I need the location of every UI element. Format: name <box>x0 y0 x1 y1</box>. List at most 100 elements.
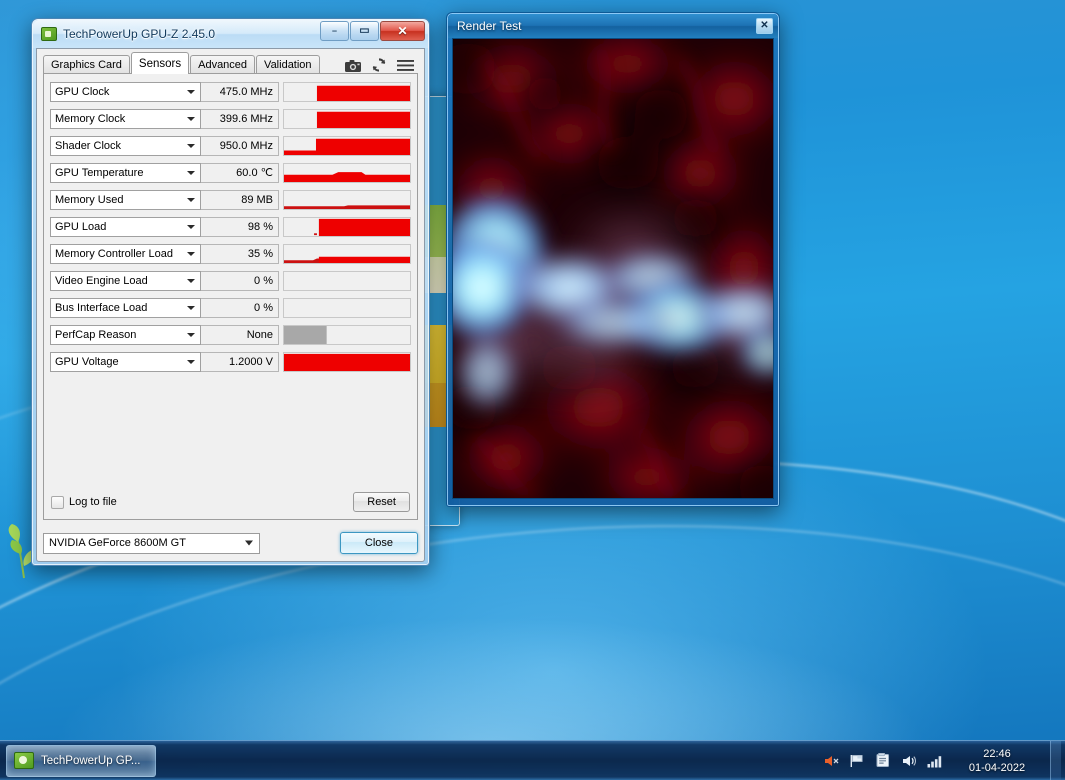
flag-action-center-icon[interactable] <box>849 754 865 768</box>
hamburger-menu-icon[interactable] <box>397 59 414 72</box>
sensor-graph-gpu-clock <box>283 81 411 102</box>
sensor-graph-perfcap-reason <box>283 324 411 345</box>
gpuz-body: Graphics Card Sensors Advanced Validatio… <box>36 48 425 562</box>
sensor-label: GPU Voltage <box>55 355 119 368</box>
volume-icon[interactable] <box>901 754 917 768</box>
sensor-value-video-engine-load: 0 % <box>201 270 279 291</box>
sensor-label: Memory Controller Load <box>55 247 173 260</box>
chevron-down-icon <box>187 116 195 121</box>
camera-icon[interactable] <box>345 59 361 72</box>
sensor-label: PerfCap Reason <box>55 328 137 341</box>
sensor-row: PerfCap Reason None <box>50 324 411 345</box>
reset-button[interactable]: Reset <box>353 492 410 512</box>
chevron-down-icon <box>187 89 195 94</box>
maximize-icon: ▭ <box>359 24 370 37</box>
gpu-card-icon <box>14 752 34 769</box>
sensor-select-video-engine-load[interactable]: Video Engine Load <box>50 270 201 291</box>
sensor-graph-bus-interface-load <box>283 297 411 318</box>
sensor-row: Video Engine Load 0 % <box>50 270 411 291</box>
sensor-select-gpu-temperature[interactable]: GPU Temperature <box>50 162 201 183</box>
sensor-select-bus-interface-load[interactable]: Bus Interface Load <box>50 297 201 318</box>
sensor-value-memory-controller-load: 35 % <box>201 243 279 264</box>
sensor-graph-shader-clock <box>283 135 411 156</box>
close-icon: ✕ <box>397 24 408 38</box>
sensor-value-memory-used: 89 MB <box>201 189 279 210</box>
gpu-card-icon <box>41 27 57 41</box>
sensor-select-gpu-voltage[interactable]: GPU Voltage <box>50 351 201 372</box>
chevron-down-icon <box>187 278 195 283</box>
render-test-titlebar[interactable]: Render Test ✕ <box>448 14 778 38</box>
sensor-value-gpu-temperature: 60.0 ℃ <box>201 162 279 183</box>
sensor-label: Bus Interface Load <box>55 301 148 314</box>
sensor-graph-gpu-load <box>283 216 411 237</box>
sensor-select-shader-clock[interactable]: Shader Clock <box>50 135 201 156</box>
gpu-selector-dropdown[interactable]: NVIDIA GeForce 8600M GT <box>43 532 260 554</box>
taskbar-item-label: TechPowerUp GP... <box>41 754 141 767</box>
network-signal-icon[interactable] <box>927 754 944 768</box>
sensor-select-memory-used[interactable]: Memory Used <box>50 189 201 210</box>
close-window-button[interactable]: ✕ <box>380 21 425 41</box>
sensor-select-memory-clock[interactable]: Memory Clock <box>50 108 201 129</box>
render-test-window[interactable]: Render Test ✕ <box>446 12 780 507</box>
sensor-label: Memory Used <box>55 193 124 206</box>
sensor-graph-gpu-temperature <box>283 162 411 183</box>
sensor-graph-memory-used <box>283 189 411 210</box>
sensor-select-gpu-clock[interactable]: GPU Clock <box>50 81 201 102</box>
windows-explorer-icon[interactable] <box>875 752 891 768</box>
sensor-value-bus-interface-load: 0 % <box>201 297 279 318</box>
render-test-plasma-image <box>453 39 773 498</box>
sensor-value-perfcap-reason: None <box>201 324 279 345</box>
refresh-icon[interactable] <box>372 58 386 72</box>
sensor-select-perfcap-reason[interactable]: PerfCap Reason <box>50 324 201 345</box>
sensor-row: GPU Voltage 1.2000 V <box>50 351 411 372</box>
gpuz-bottom-bar: NVIDIA GeForce 8600M GT Close <box>43 532 418 554</box>
chevron-down-icon <box>187 224 195 229</box>
gpuz-window[interactable]: TechPowerUp GPU-Z 2.45.0 – ▭ ✕ Graphics … <box>31 18 430 566</box>
chevron-down-icon <box>187 359 195 364</box>
sensor-select-memory-controller-load[interactable]: Memory Controller Load <box>50 243 201 264</box>
gpuz-title: TechPowerUp GPU-Z 2.45.0 <box>63 27 216 41</box>
taskbar-item-gpuz[interactable]: TechPowerUp GP... <box>6 744 156 777</box>
tab-validation[interactable]: Validation <box>256 55 320 74</box>
sensor-label: Memory Clock <box>55 112 126 125</box>
close-button[interactable]: Close <box>339 532 418 554</box>
sensor-label: Video Engine Load <box>55 274 148 287</box>
sensor-label: Shader Clock <box>55 139 122 152</box>
show-desktop-button[interactable] <box>1050 741 1061 780</box>
sensor-value-gpu-voltage: 1.2000 V <box>201 351 279 372</box>
system-tray: 22:46 01-04-2022 <box>823 741 1065 780</box>
chevron-down-icon <box>187 305 195 310</box>
gpuz-toolbar <box>345 58 424 74</box>
window-controls: – ▭ ✕ <box>320 21 425 41</box>
taskbar: TechPowerUp GP... 22:46 01-04-2022 <box>0 740 1065 780</box>
render-test-close-button[interactable]: ✕ <box>756 18 773 34</box>
log-to-file-label: Log to file <box>69 496 117 508</box>
sensor-graph-gpu-voltage <box>283 351 411 372</box>
sensor-row: Memory Clock 399.6 MHz <box>50 108 411 129</box>
render-test-canvas-container <box>452 38 774 499</box>
sensor-value-gpu-clock: 475.0 MHz <box>201 81 279 102</box>
gpu-selector-value: NVIDIA GeForce 8600M GT <box>49 537 186 549</box>
sensor-value-memory-clock: 399.6 MHz <box>201 108 279 129</box>
sensors-panel: GPU Clock 475.0 MHz Memory Clock 399.6 M… <box>43 73 418 520</box>
sensor-row: GPU Load 98 % <box>50 216 411 237</box>
minimize-button[interactable]: – <box>320 21 349 41</box>
gpuz-titlebar[interactable]: TechPowerUp GPU-Z 2.45.0 – ▭ ✕ <box>33 20 428 48</box>
sensor-row: GPU Clock 475.0 MHz <box>50 81 411 102</box>
speaker-mute-icon[interactable] <box>823 754 839 768</box>
tab-advanced[interactable]: Advanced <box>190 55 256 74</box>
tab-graphics-card[interactable]: Graphics Card <box>43 55 130 74</box>
chevron-down-icon <box>187 170 195 175</box>
maximize-button[interactable]: ▭ <box>350 21 379 41</box>
tab-sensors[interactable]: Sensors <box>130 52 190 74</box>
chevron-down-icon <box>187 251 195 256</box>
taskbar-clock[interactable]: 22:46 01-04-2022 <box>954 747 1040 775</box>
minimize-icon: – <box>331 25 337 36</box>
sensor-row: Bus Interface Load 0 % <box>50 297 411 318</box>
log-to-file-checkbox[interactable] <box>51 495 64 509</box>
sensor-graph-video-engine-load <box>283 270 411 291</box>
sensor-row: Memory Controller Load 35 % <box>50 243 411 264</box>
gpuz-tabstrip: Graphics Card Sensors Advanced Validatio… <box>37 49 424 74</box>
sensor-select-gpu-load[interactable]: GPU Load <box>50 216 201 237</box>
chevron-down-icon <box>245 540 253 546</box>
